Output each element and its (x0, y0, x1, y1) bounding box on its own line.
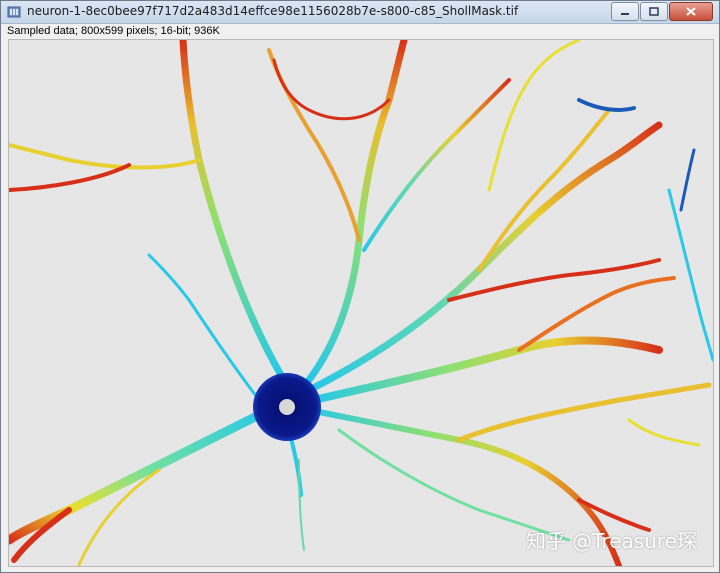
image-window-icon (7, 6, 21, 18)
maximize-icon (649, 7, 659, 16)
watermark: 知乎 @Treasure琛 (525, 529, 697, 553)
window-title: neuron-1-8ec0bee97f717d2a483d14effce98e1… (27, 4, 519, 18)
close-icon (686, 7, 696, 16)
image-info: Sampled data; 800x599 pixels; 16-bit; 93… (7, 25, 220, 37)
title-bar[interactable]: neuron-1-8ec0bee97f717d2a483d14effce98e1… (1, 1, 719, 24)
image-canvas[interactable]: 知乎 @Treasure琛 (8, 39, 714, 567)
close-button[interactable] (669, 2, 713, 21)
minimize-button[interactable] (611, 2, 639, 21)
sholl-mask-image (9, 40, 713, 566)
maximize-button[interactable] (640, 2, 668, 21)
image-window: neuron-1-8ec0bee97f717d2a483d14effce98e1… (0, 0, 720, 573)
minimize-icon (621, 12, 629, 15)
soma-center (279, 399, 295, 415)
